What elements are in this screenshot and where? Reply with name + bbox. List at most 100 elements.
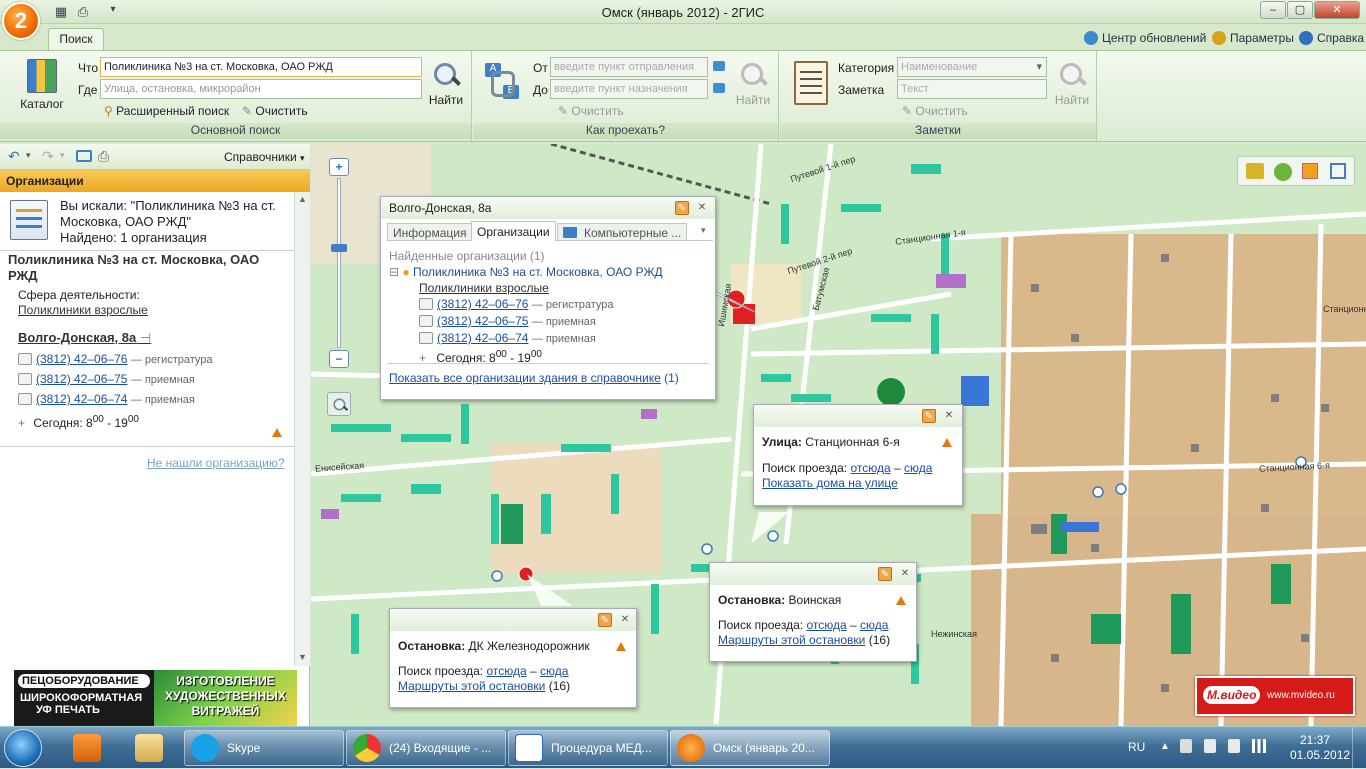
tray-expand-icon[interactable]: ▲: [1160, 741, 1170, 752]
ad-banner-left[interactable]: ПЕЦОБОРУДОВАНИЕ ШИРОКОФОРМАТНАЯ УФ ПЕЧАТ…: [14, 670, 297, 726]
tab-organizations[interactable]: Организации: [471, 221, 556, 241]
not-found-link[interactable]: Не нашли организацию?: [147, 456, 285, 470]
category-select[interactable]: Наименование ▾: [897, 57, 1047, 77]
where-input[interactable]: Улица, остановка, микрорайон: [100, 79, 422, 99]
updates-link[interactable]: Центр обновлений: [1084, 31, 1206, 45]
close-icon[interactable]: ✕: [942, 409, 956, 423]
tray-flag-icon[interactable]: [1204, 739, 1216, 753]
taskbar-item-2gis[interactable]: Омск (январь 20...: [670, 730, 830, 766]
volume-icon[interactable]: [1228, 739, 1240, 753]
print-icon[interactable]: ⎙: [98, 148, 109, 165]
select-icon[interactable]: [1330, 163, 1346, 179]
pin-icon[interactable]: ⊣: [140, 330, 151, 345]
maximize-button[interactable]: ▢: [1287, 1, 1313, 19]
area-icon[interactable]: [1302, 163, 1318, 179]
close-button[interactable]: ✕: [1314, 1, 1360, 19]
chevron-down-icon[interactable]: ▾: [26, 150, 31, 161]
notes-clear-button[interactable]: ✎ Очистить: [902, 104, 968, 118]
warning-icon[interactable]: [896, 596, 906, 605]
to-input[interactable]: введите пункт назначения: [550, 79, 708, 99]
route-clear-button[interactable]: ✎ Очистить: [558, 104, 624, 118]
chevron-down-icon[interactable]: ▾: [701, 225, 706, 236]
taskbar-pin-explorer[interactable]: [124, 730, 174, 766]
ribbon: Каталог Что Поликлиника №3 на ст. Москов…: [0, 50, 1366, 142]
show-all-orgs[interactable]: Показать все организации здания в справо…: [389, 371, 679, 385]
notes-find-button[interactable]: Найти: [1052, 61, 1092, 107]
sphere-link[interactable]: Поликлиники взрослые: [18, 303, 148, 317]
close-icon[interactable]: ✕: [898, 567, 912, 581]
zoom-slider[interactable]: [337, 178, 341, 348]
advanced-search-button[interactable]: ⚲ Расширенный поиск: [104, 104, 229, 118]
popup-category-link[interactable]: Поликлиники взрослые: [419, 281, 549, 295]
taskbar-item-word[interactable]: Процедура МЕД...: [508, 730, 668, 766]
note-label: Заметка: [838, 83, 885, 97]
note-input[interactable]: Текст: [897, 79, 1047, 99]
zoom-area-button[interactable]: [327, 392, 351, 416]
popup-org-row[interactable]: ⊟ ● Поликлиника №3 на ст. Московка, ОАО …: [389, 265, 663, 279]
hours-row[interactable]: + Сегодня: 800 - 1900: [18, 410, 213, 433]
route-find-button[interactable]: Найти: [733, 61, 773, 107]
pin-icon[interactable]: ✎: [922, 409, 936, 423]
stop-title: Остановка: ДК Железнодорожник: [398, 639, 590, 653]
from-label: От: [533, 61, 548, 75]
tab-search[interactable]: Поиск: [48, 28, 104, 50]
pin-icon[interactable]: ✎: [878, 567, 892, 581]
clock[interactable]: 21:37 01.05.2012: [1290, 733, 1350, 763]
map-view[interactable]: Путевой 1-й пер Путевой 2-й пер Станцион…: [311, 144, 1366, 726]
ruler-icon[interactable]: [1246, 163, 1264, 179]
taskbar-item-chrome[interactable]: (24) Входящие - ...: [346, 730, 506, 766]
phone-row: (3812) 42–06–74 — приемная: [18, 390, 213, 410]
directories-dropdown[interactable]: Справочники ▾: [224, 150, 305, 164]
what-input[interactable]: Поликлиника №3 на ст. Московка, ОАО РЖД: [100, 57, 422, 77]
tray-app-icon[interactable]: [1180, 739, 1192, 753]
chevron-down-icon[interactable]: ▾: [60, 150, 65, 161]
forward-icon[interactable]: ↷: [42, 148, 54, 165]
show-houses-link[interactable]: Показать дома на улице: [762, 476, 898, 490]
pin-icon[interactable]: ✎: [675, 201, 689, 215]
close-icon[interactable]: ✕: [618, 613, 632, 627]
sidebar-content: Вы искали: "Поликлиника №3 на ст. Москов…: [0, 192, 294, 664]
stop-popup-dk: ✎ ✕ Остановка: ДК Железнодорожник Поиск …: [389, 608, 637, 708]
sidebar-scrollbar[interactable]: ▲ ▼: [294, 192, 310, 666]
phone-icon: [18, 373, 32, 385]
warning-icon[interactable]: [272, 428, 282, 437]
close-icon[interactable]: ✕: [695, 201, 709, 215]
layers-icon[interactable]: [1274, 163, 1292, 181]
tab-computer[interactable]: Компьютерные ...: [557, 223, 688, 241]
show-desktop-button[interactable]: [1352, 727, 1366, 769]
address-link[interactable]: Волго-Донская, 8а ⊣: [18, 330, 151, 346]
list-view-icon[interactable]: [76, 150, 92, 162]
start-button[interactable]: [4, 729, 42, 767]
street-popup: ✎ ✕ Улица: Станционная 6-я Поиск проезда…: [753, 404, 963, 506]
pin-icon[interactable]: ✎: [598, 613, 612, 627]
catalog-button[interactable]: Каталог: [18, 59, 66, 111]
params-link[interactable]: Параметры: [1212, 31, 1294, 45]
back-icon[interactable]: ↶: [8, 148, 20, 165]
minimize-button[interactable]: –: [1260, 1, 1286, 19]
to-pick-icon[interactable]: [713, 83, 725, 93]
stop-routes-row[interactable]: Маршруты этой остановки (16): [718, 633, 890, 647]
stop-route-row: Поиск проезда: отсюда – сюда: [398, 664, 569, 678]
zoom-in-button[interactable]: +: [329, 158, 349, 176]
network-icon[interactable]: [1252, 739, 1266, 753]
language-indicator[interactable]: RU: [1128, 740, 1145, 754]
find-button[interactable]: Найти: [426, 61, 466, 107]
warning-icon[interactable]: [942, 438, 952, 447]
org-name[interactable]: Поликлиника №3 на ст. Московка, ОАО РЖД: [8, 252, 259, 284]
ad-banner-mvideo[interactable]: М.видео www.mvideo.ru: [1195, 676, 1355, 716]
eraser-icon: ✎: [242, 104, 256, 118]
zoom-out-button[interactable]: −: [329, 350, 349, 368]
group-notes: Категория Наименование ▾ Заметка Текст На…: [780, 51, 1097, 141]
tab-info[interactable]: Информация: [387, 223, 473, 241]
from-input[interactable]: введите пункт отправления: [550, 57, 708, 77]
taskbar-pin-media[interactable]: [62, 730, 112, 766]
help-link[interactable]: Справка: [1299, 31, 1364, 45]
stop-routes-row[interactable]: Маршруты этой остановки (16): [398, 679, 570, 693]
catalog-icon: [27, 59, 57, 93]
clear-button[interactable]: ✎ Очистить: [242, 104, 308, 118]
warning-icon[interactable]: [616, 642, 626, 651]
from-pick-icon[interactable]: [713, 61, 725, 71]
app-logo-icon[interactable]: 2: [2, 2, 40, 40]
zoom-handle[interactable]: [331, 244, 347, 252]
taskbar-item-skype[interactable]: Skype: [184, 730, 344, 766]
